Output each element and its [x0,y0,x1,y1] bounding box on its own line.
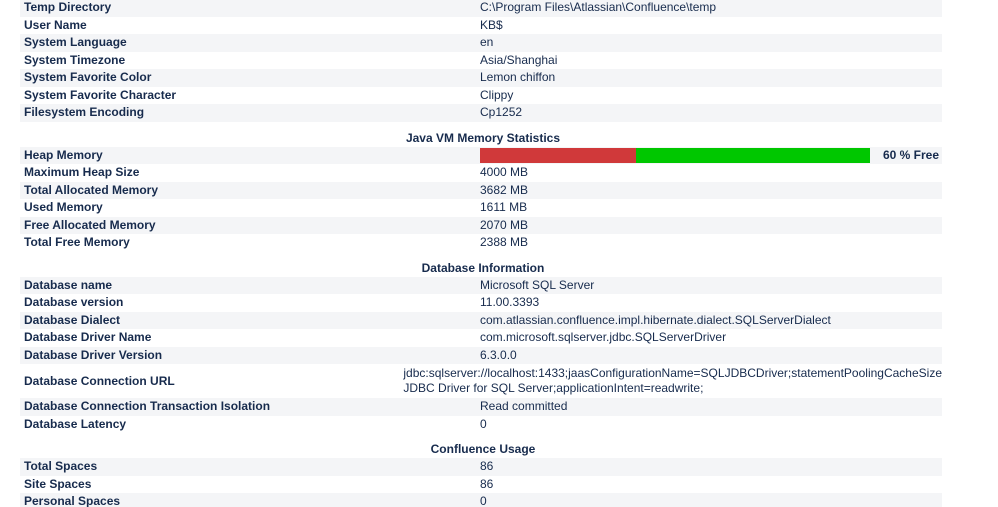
row-label: Temp Directory [24,0,112,14]
row-label: Total Spaces [24,459,98,473]
info-row-user-name: User Name KB$ [20,17,942,35]
section-title-database: Database Information [421,260,545,275]
info-row-database-version: Database version 11.00.3393 [20,294,942,312]
info-row-filesystem-encoding: Filesystem Encoding Cp1252 [20,104,942,122]
row-label: Free Allocated Memory [24,217,156,232]
heap-free-percent: 60 % Free [883,147,940,162]
row-label: Database name [24,277,113,292]
row-label: User Name [24,17,87,32]
connection-url-line-2: JDBC Driver for SQL Server;applicationIn… [403,381,704,395]
connection-url-line-1: jdbc:sqlserver://localhost:1433;jaasConf… [403,366,942,380]
row-value: 11.00.3393 [480,295,540,309]
row-value: Cp1252 [480,105,523,119]
info-row-maximum-heap-size: Maximum Heap Size 4000 MB [20,164,942,182]
row-label: Total Free Memory [24,235,130,249]
info-row-favorite-color: System Favorite Color Lemon chiffon [20,69,942,87]
row-label: Site Spaces [24,476,92,491]
row-label: System Favorite Color [24,70,152,84]
info-row-temp-directory: Temp Directory C:\Program Files\Atlassia… [20,0,942,17]
heap-free-segment [636,147,870,163]
heap-memory-bar [480,147,870,163]
info-row-system-language: System Language en [20,34,942,52]
info-row-database-latency: Database Latency 0 [20,416,942,434]
row-value: 2070 MB [480,217,529,232]
info-row-heap-memory: Heap Memory 60 % Free [20,146,942,165]
row-label: Filesystem Encoding [24,105,145,119]
row-value: 2388 MB [480,235,529,249]
heap-used-segment [480,147,636,163]
row-value: en [480,35,494,49]
system-info-table: Temp Directory C:\Program Files\Atlassia… [20,0,942,507]
section-title-usage: Confluence Usage [430,442,536,456]
info-row-total-free-memory: Total Free Memory 2388 MB [20,234,942,252]
row-label: Database Driver Name [24,330,152,344]
info-row-total-allocated-memory: Total Allocated Memory 3682 MB [20,181,942,199]
row-label: Database Driver Version [24,347,163,362]
row-label: System Favorite Character [24,87,177,102]
row-value: jdbc:sqlserver://localhost:1433;jaasConf… [403,366,942,396]
row-label: Database Latency [24,416,127,431]
section-title-jvm: Java VM Memory Statistics [405,130,561,145]
row-value: 0 [480,494,487,507]
info-row-free-allocated-memory: Free Allocated Memory 2070 MB [20,216,942,234]
info-row-database-driver-version: Database Driver Version 6.3.0.0 [20,346,942,364]
row-value: C:\Program Files\Atlassian\Confluence\te… [480,0,717,14]
row-value: Read committed [480,399,568,413]
row-value: com.atlassian.confluence.impl.hibernate.… [480,312,831,327]
info-row-site-spaces: Site Spaces 86 [20,476,942,494]
row-value: com.microsoft.sqlserver.jdbc.SQLServerDr… [480,330,727,344]
row-value: 0 [480,416,487,431]
info-row-database-dialect: Database Dialect com.atlassian.confluenc… [20,311,942,329]
info-row-transaction-isolation: Database Connection Transaction Isolatio… [20,398,942,416]
row-value: Lemon chiffon [480,70,556,84]
row-value: 3682 MB [480,182,529,197]
row-label: System Language [24,35,127,49]
info-row-database-driver-name: Database Driver Name com.microsoft.sqlse… [20,329,942,347]
row-value: 1611 MB [480,200,528,214]
row-value: Clippy [480,87,514,102]
info-row-system-timezone: System Timezone Asia/Shanghai [20,52,942,70]
row-label: Database Connection URL [24,373,175,388]
info-row-total-spaces: Total Spaces 86 [20,458,942,476]
info-row-database-connection-url: Database Connection URL jdbc:sqlserver:/… [20,364,942,398]
info-row-personal-spaces: Personal Spaces 0 [20,493,942,507]
row-label: Database Dialect [24,312,121,327]
row-label: Database version [24,295,124,309]
row-label: Database Connection Transaction Isolatio… [24,399,271,413]
heap-memory-value: 60 % Free [480,147,942,165]
info-row-used-memory: Used Memory 1611 MB [20,199,942,217]
info-row-database-name: Database name Microsoft SQL Server [20,276,942,294]
row-label: Maximum Heap Size [24,165,140,179]
row-label: Heap Memory [24,147,103,162]
row-value: Asia/Shanghai [480,52,558,67]
row-label: Used Memory [24,200,103,214]
row-label: Total Allocated Memory [24,182,159,197]
row-value: KB$ [480,17,503,32]
row-value: 86 [480,476,494,491]
row-label: System Timezone [24,52,126,67]
info-row-favorite-character: System Favorite Character Clippy [20,87,942,105]
row-value: 6.3.0.0 [480,347,517,362]
row-label: Personal Spaces [24,494,121,507]
row-value: 4000 MB [480,165,529,179]
row-value: Microsoft SQL Server [480,277,595,292]
row-value: 86 [480,459,494,473]
